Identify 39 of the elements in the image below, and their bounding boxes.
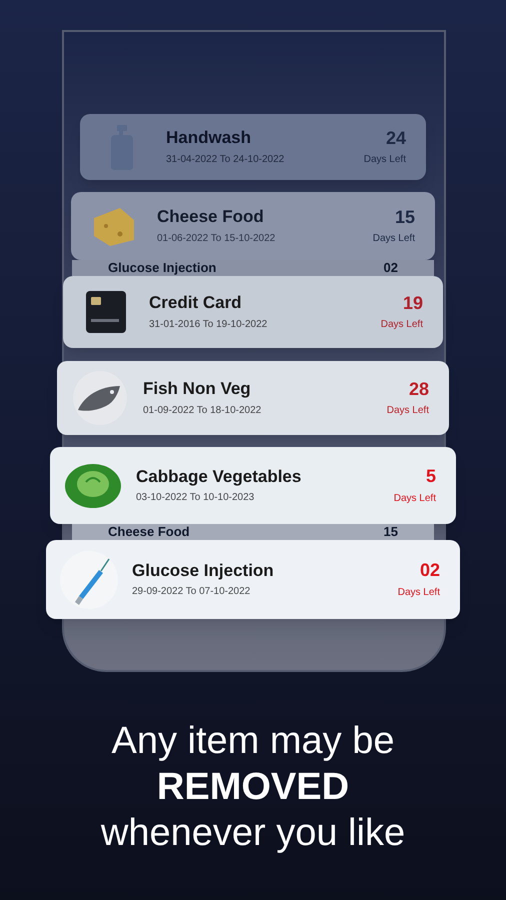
days-count: 15 — [384, 524, 398, 540]
credit-card-icon — [84, 289, 128, 335]
item-card[interactable]: Glucose Injection 29-09-2022 To 07-10-2022 02 Days Left — [46, 540, 460, 619]
item-name: Cheese Food — [157, 206, 265, 228]
item-card[interactable]: Fish Non Veg 01-09-2022 To 18-10-2022 28 Days Left — [57, 361, 449, 435]
days-left-label: Days Left — [394, 492, 436, 506]
item-name: Cabbage Vegetables — [136, 466, 302, 488]
days-left-label: Days Left — [386, 404, 429, 418]
item-name: Handwash — [166, 127, 252, 149]
item-dates: 29-09-2022 To 07-10-2022 — [132, 585, 252, 600]
syringe-icon — [59, 550, 119, 610]
item-dates: 01-06-2022 To 15-10-2022 — [157, 232, 276, 246]
days-left-label: Days Left — [364, 153, 406, 168]
days-count: 02 — [384, 260, 398, 276]
days-count: 15 — [394, 206, 415, 228]
days-left-label: Days Left — [372, 232, 415, 246]
item-name: Glucose Injection — [108, 260, 216, 276]
item-name: Glucose Injection — [132, 560, 275, 582]
item-name: Fish Non Veg — [143, 378, 252, 400]
item-name: Cheese Food — [108, 524, 190, 540]
cabbage-icon — [64, 462, 122, 510]
days-count: 24 — [386, 126, 406, 150]
days-count: 02 — [420, 559, 440, 582]
item-card[interactable]: Cheese Food 01-06-2022 To 15-10-2022 15 Days Left — [71, 192, 435, 260]
item-card[interactable]: Handwash 31-04-2022 To 24-10-2022 24 Days Left — [80, 114, 426, 180]
days-count: 19 — [402, 292, 423, 314]
item-dates: 31-04-2022 To 24-10-2022 — [166, 152, 286, 167]
item-card[interactable]: Cabbage Vegetables 03-10-2022 To 10-10-2023 5 Days Left — [50, 447, 456, 524]
fish-icon — [72, 370, 128, 426]
item-dates: 31-01-2016 To 19-10-2022 — [149, 318, 268, 332]
days-count: 28 — [408, 378, 429, 400]
days-count: 5 — [426, 465, 436, 488]
days-left-label: Days Left — [398, 586, 440, 600]
item-dates: 03-10-2022 To 10-10-2023 — [136, 491, 256, 506]
item-dates: 01-09-2022 To 18-10-2022 — [143, 404, 262, 418]
days-left-label: Days Left — [380, 318, 423, 332]
caption: Any item may be REMOVED whenever you like — [100, 719, 406, 856]
item-card[interactable]: Credit Card 31-01-2016 To 19-10-2022 19 Days Left — [63, 276, 443, 348]
item-name: Credit Card — [149, 292, 243, 314]
